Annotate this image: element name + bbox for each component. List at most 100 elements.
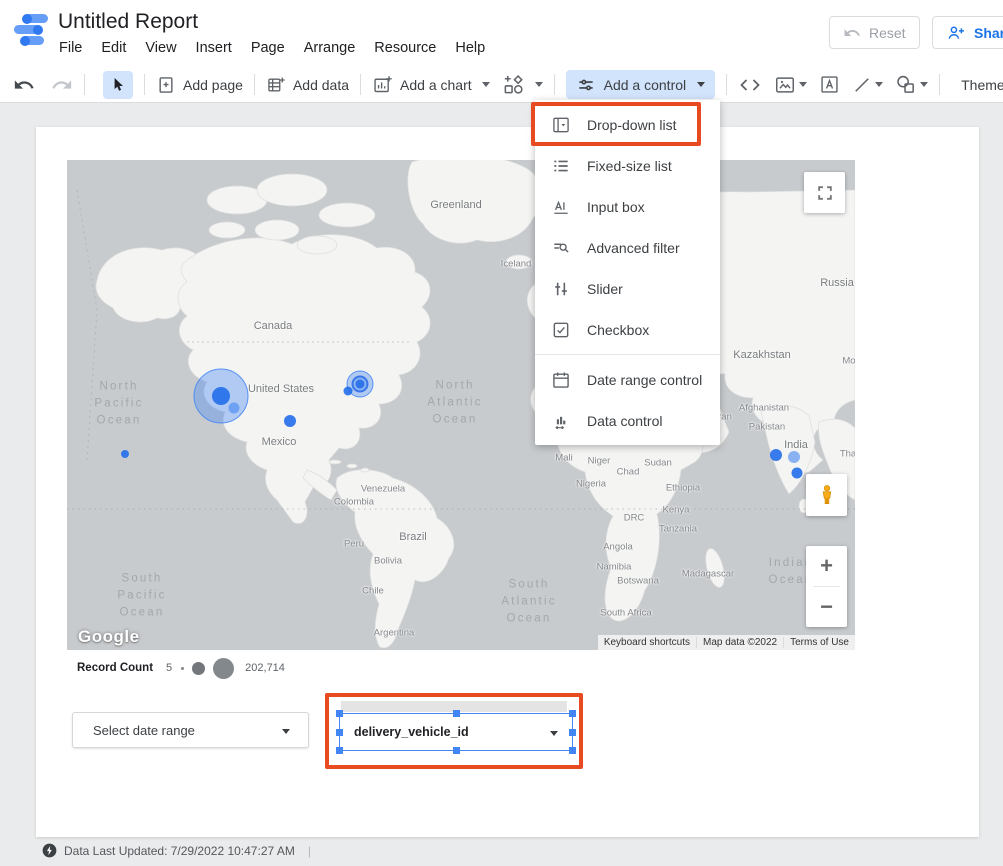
dropdown-list-icon [551, 115, 571, 135]
add-data-icon [266, 75, 286, 95]
annotation-box-control: delivery_vehicle_id [325, 693, 583, 769]
data-last-updated-text: Data Last Updated: 7/29/2022 10:47:27 AM [64, 844, 295, 858]
reset-button[interactable]: Reset [829, 16, 920, 49]
insert-text-button[interactable] [819, 74, 840, 95]
chevron-down-icon [875, 82, 883, 87]
data-studio-logo-icon[interactable] [12, 13, 54, 49]
cursor-icon [110, 76, 127, 93]
menu-item-data-control[interactable]: Data control [535, 400, 720, 441]
menu-item-checkbox[interactable]: Checkbox [535, 309, 720, 350]
report-page[interactable]: North Pacific OceanNorth Atlantic OceanS… [36, 127, 979, 837]
redo-button[interactable] [51, 74, 73, 96]
bolt-status-icon [42, 843, 57, 858]
map-attribution: Keyboard shortcuts Map data ©2022 Terms … [598, 635, 855, 650]
menu-arrange[interactable]: Arrange [304, 40, 356, 56]
zoom-in-button[interactable]: + [806, 546, 847, 586]
legend-min: 5 [166, 662, 172, 674]
date-range-label: Select date range [73, 723, 195, 738]
resize-handle[interactable] [453, 710, 460, 717]
add-page-button[interactable]: Add page [156, 75, 243, 95]
add-control-button[interactable]: Add a control [566, 70, 716, 99]
legend-max: 202,714 [245, 662, 285, 674]
menu-divider [535, 354, 720, 355]
app-header: Untitled Report File Edit View Insert Pa… [0, 0, 1003, 67]
chevron-down-icon [697, 82, 705, 87]
menu-item-dropdown-list[interactable]: Drop-down list [535, 104, 720, 145]
map-legend: Record Count 5 202,714 [77, 655, 285, 681]
menu-page[interactable]: Page [251, 40, 285, 56]
report-canvas: North Pacific OceanNorth Atlantic OceanS… [0, 103, 1003, 866]
date-range-icon [551, 370, 571, 390]
resize-handle[interactable] [336, 729, 343, 736]
control-header-strip [341, 701, 567, 712]
community-viz-icon [502, 73, 525, 96]
bubble-map-chart[interactable]: North Pacific OceanNorth Atlantic OceanS… [67, 160, 855, 650]
add-data-button[interactable]: Add data [266, 75, 349, 95]
zoom-out-button[interactable]: − [806, 587, 847, 627]
fullscreen-button[interactable] [804, 172, 845, 213]
menu-help[interactable]: Help [455, 40, 485, 56]
image-icon [774, 74, 796, 96]
slider-icon [551, 279, 571, 299]
legend-dot-medium [192, 662, 205, 675]
menu-item-date-range-control[interactable]: Date range control [535, 359, 720, 400]
date-range-control[interactable]: Select date range [72, 712, 309, 748]
resize-handle[interactable] [569, 710, 576, 717]
select-tool-button[interactable] [103, 71, 133, 99]
legend-dot-large [213, 658, 234, 679]
dropdown-field-label: delivery_vehicle_id [340, 725, 469, 739]
pegman-icon [816, 482, 838, 508]
code-icon [738, 73, 762, 97]
resize-handle[interactable] [336, 747, 343, 754]
filter-control-icon [576, 75, 596, 95]
chevron-down-icon [920, 82, 928, 87]
report-title[interactable]: Untitled Report [58, 10, 198, 34]
advanced-filter-icon [551, 238, 571, 258]
undo-button[interactable] [13, 74, 35, 96]
text-box-icon [819, 74, 840, 95]
status-divider: | [308, 844, 311, 858]
keyboard-shortcuts-link[interactable]: Keyboard shortcuts [598, 637, 696, 648]
dropdown-list-control[interactable]: delivery_vehicle_id [339, 713, 573, 751]
menu-edit[interactable]: Edit [101, 40, 126, 56]
insert-image-button[interactable] [774, 74, 807, 96]
map-bubbles [67, 160, 855, 650]
chevron-down-icon [799, 82, 807, 87]
add-chart-icon [372, 74, 393, 95]
share-button[interactable]: Share [932, 16, 1003, 49]
menu-bar: File Edit View Insert Page Arrange Resou… [59, 40, 485, 56]
map-data-label: Map data ©2022 [696, 637, 783, 648]
menu-item-slider[interactable]: Slider [535, 268, 720, 309]
terms-of-use-link[interactable]: Terms of Use [783, 637, 855, 648]
insert-line-button[interactable] [852, 75, 883, 95]
menu-insert[interactable]: Insert [196, 40, 232, 56]
menu-view[interactable]: View [145, 40, 176, 56]
add-chart-button[interactable]: Add a chart [372, 74, 490, 95]
menu-resource[interactable]: Resource [374, 40, 436, 56]
resize-handle[interactable] [569, 729, 576, 736]
menu-file[interactable]: File [59, 40, 82, 56]
resize-handle[interactable] [569, 747, 576, 754]
embed-code-button[interactable] [738, 73, 762, 97]
resize-handle[interactable] [453, 747, 460, 754]
add-page-icon [156, 75, 176, 95]
chevron-down-icon [482, 82, 490, 87]
add-control-menu: Drop-down list Fixed-size list Input box… [535, 100, 720, 445]
zoom-control: + − [806, 546, 847, 627]
menu-item-fixed-size-list[interactable]: Fixed-size list [535, 145, 720, 186]
menu-item-advanced-filter[interactable]: Advanced filter [535, 227, 720, 268]
shape-icon [894, 73, 917, 96]
theme-and-layout-button[interactable]: Theme and layout [961, 77, 1003, 93]
toolbar: Add page Add data Add a chart Add a cont… [0, 67, 1003, 103]
chevron-down-icon [535, 82, 543, 87]
community-visualizations-button[interactable] [502, 73, 543, 96]
looker-studio-window: Untitled Report File Edit View Insert Pa… [0, 0, 1003, 866]
legend-metric: Record Count [77, 662, 153, 674]
menu-item-input-box[interactable]: Input box [535, 186, 720, 227]
data-control-icon [551, 411, 571, 431]
chevron-down-icon [550, 731, 558, 736]
resize-handle[interactable] [336, 710, 343, 717]
street-view-button[interactable] [806, 474, 847, 516]
google-logo[interactable]: Google [78, 627, 140, 647]
insert-shape-button[interactable] [894, 73, 928, 96]
